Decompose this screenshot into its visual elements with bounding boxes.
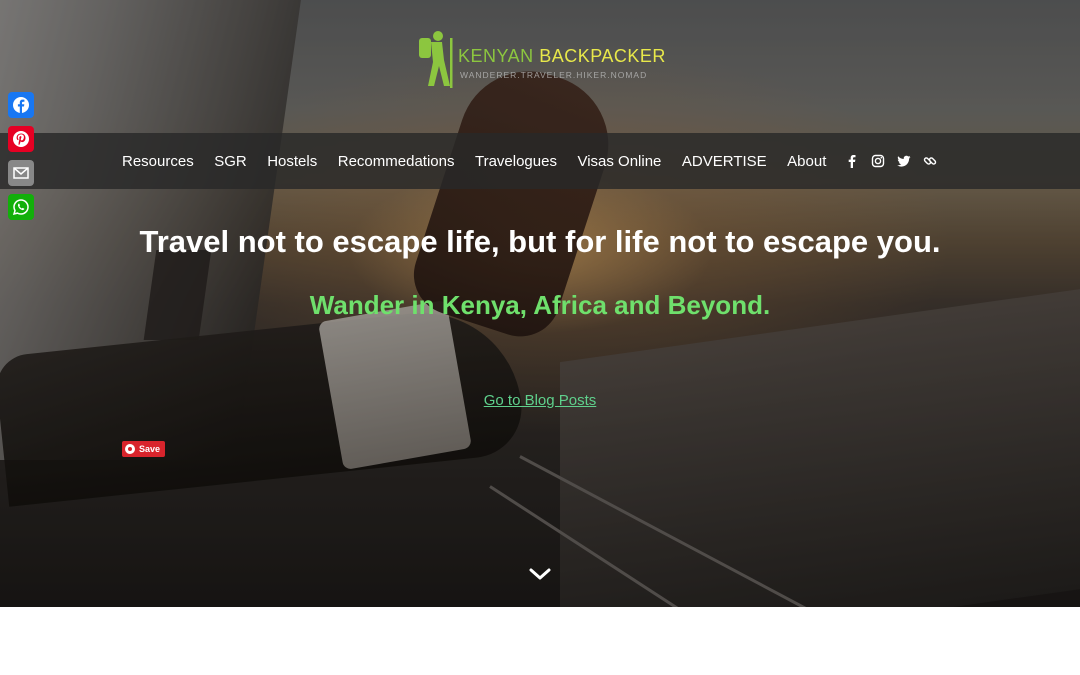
facebook-icon xyxy=(13,97,29,113)
pinterest-icon xyxy=(13,131,29,147)
hero-headline: Travel not to escape life, but for life … xyxy=(139,224,941,259)
logo-backpacker-text: BACKPACKER xyxy=(533,46,666,66)
nav-items: Resources SGR Hostels Recommedations Tra… xyxy=(122,133,949,189)
site-logo[interactable]: KENYAN BACKPACKER WANDERER.TRAVELER.HIKE… xyxy=(416,30,666,90)
nav-item-about[interactable]: About xyxy=(787,153,826,170)
email-share-button[interactable] xyxy=(8,160,34,186)
nav-social-icons xyxy=(845,154,949,168)
whatsapp-share-button[interactable] xyxy=(8,194,34,220)
nav-item-hostels[interactable]: Hostels xyxy=(267,153,317,170)
social-share-bar xyxy=(8,92,34,228)
twitter-icon[interactable] xyxy=(896,154,911,168)
main-navigation: Resources SGR Hostels Recommedations Tra… xyxy=(0,133,1080,189)
hiker-icon xyxy=(419,31,453,88)
hero-section: KENYAN BACKPACKER WANDERER.TRAVELER.HIKE… xyxy=(0,0,1080,607)
logo-kenyan-text: KENYAN xyxy=(458,46,534,66)
nav-item-travelogues[interactable]: Travelogues xyxy=(475,153,557,170)
whatsapp-icon xyxy=(12,199,29,216)
nav-item-resources[interactable]: Resources xyxy=(122,153,194,170)
logo-wordmark: KENYAN BACKPACKER xyxy=(458,46,666,67)
pinterest-save-label: Save xyxy=(139,444,161,454)
nav-item-recommedations[interactable]: Recommedations xyxy=(338,153,455,170)
link-icon[interactable] xyxy=(923,154,937,168)
instagram-icon[interactable] xyxy=(871,154,885,168)
pinterest-save-button[interactable]: Save xyxy=(122,441,165,457)
go-to-blog-posts-link[interactable]: Go to Blog Posts xyxy=(484,392,597,409)
pinterest-share-button[interactable] xyxy=(8,126,34,152)
blog-link-container: Go to Blog Posts xyxy=(0,392,1080,410)
chevron-down-icon[interactable] xyxy=(527,564,553,584)
pinterest-icon xyxy=(125,444,135,454)
nav-item-sgr[interactable]: SGR xyxy=(214,153,247,170)
facebook-icon[interactable] xyxy=(845,154,859,168)
nav-item-visas-online[interactable]: Visas Online xyxy=(577,153,661,170)
nav-item-advertise[interactable]: ADVERTISE xyxy=(682,153,767,170)
facebook-share-button[interactable] xyxy=(8,92,34,118)
hero-subheadline: Wander in Kenya, Africa and Beyond. xyxy=(309,290,771,320)
email-icon xyxy=(13,167,29,179)
logo-tagline: WANDERER.TRAVELER.HIKER.NOMAD xyxy=(460,70,648,80)
